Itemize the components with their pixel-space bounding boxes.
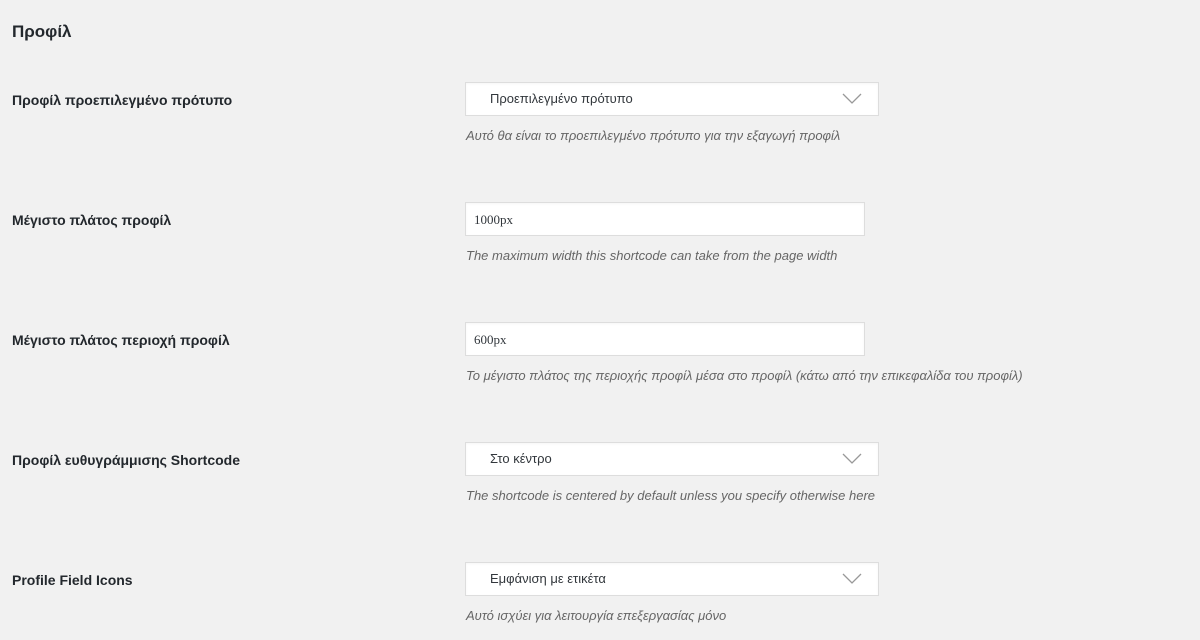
- field-icons-description: Αυτό ισχύει για λειτουργία επεξεργασίας …: [466, 608, 727, 623]
- alignment-label: Προφίλ ευθυγράμμισης Shortcode: [12, 452, 241, 468]
- max-width-input[interactable]: 1000px: [465, 202, 865, 236]
- max-area-width-label: Μέγιστο πλάτος περιοχή προφίλ: [12, 332, 230, 348]
- chevron-down-icon: [842, 573, 862, 584]
- chevron-down-icon: [842, 93, 862, 104]
- field-icons-value: Εμφάνιση με ετικέτα: [490, 571, 606, 586]
- default-template-label: Προφίλ προεπιλεγμένο πρότυπο: [12, 92, 233, 108]
- max-width-label: Μέγιστο πλάτος προφίλ: [12, 212, 172, 228]
- alignment-value: Στο κέντρο: [490, 451, 552, 466]
- max-width-description: The maximum width this shortcode can tak…: [466, 248, 838, 263]
- alignment-select[interactable]: Στο κέντρο: [465, 442, 879, 476]
- settings-panel: Προφίλ Προφίλ προεπιλεγμένο πρότυπο Προε…: [0, 0, 1200, 640]
- alignment-description: The shortcode is centered by default unl…: [466, 488, 876, 503]
- chevron-down-icon: [842, 453, 862, 464]
- default-template-select[interactable]: Προεπιλεγμένο πρότυπο: [465, 82, 879, 116]
- max-area-width-description: Το μέγιστο πλάτος της περιοχής προφίλ μέ…: [466, 368, 1023, 383]
- max-area-width-value: 600px: [474, 332, 507, 347]
- field-icons-label: Profile Field Icons: [12, 572, 133, 588]
- max-area-width-input[interactable]: 600px: [465, 322, 865, 356]
- field-icons-select[interactable]: Εμφάνιση με ετικέτα: [465, 562, 879, 596]
- default-template-description: Αυτό θα είναι το προεπιλεγμένο πρότυπο γ…: [466, 128, 841, 143]
- default-template-value: Προεπιλεγμένο πρότυπο: [490, 91, 633, 106]
- section-title: Προφίλ: [12, 22, 72, 41]
- max-width-value: 1000px: [474, 212, 513, 227]
